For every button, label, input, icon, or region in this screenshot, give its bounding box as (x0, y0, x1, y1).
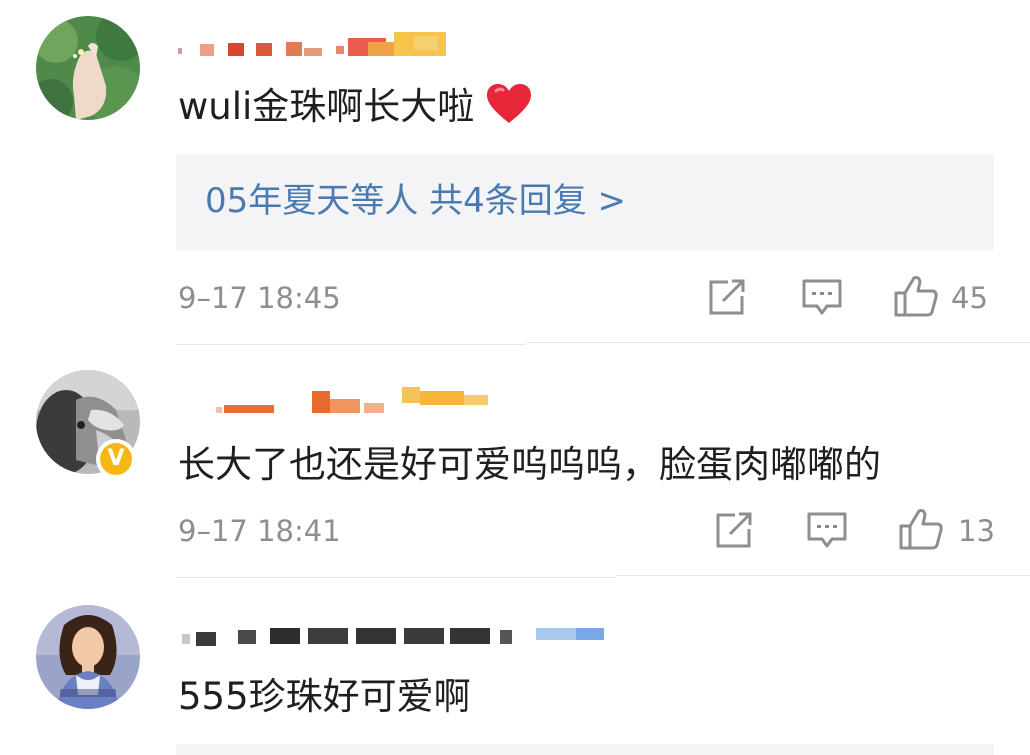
thumbs-up-icon[interactable] (893, 274, 939, 318)
comment-divider (616, 575, 1030, 576)
like-count: 45 (951, 281, 988, 315)
comment-divider (526, 342, 1030, 343)
like-count: 13 (958, 514, 995, 548)
reply-summary-box[interactable]: 05年夏天等人 共4条回复 > (176, 154, 994, 250)
comment-text: wuli金珠啊长大啦 (178, 82, 532, 132)
comment-icon[interactable] (806, 511, 848, 551)
comment-list: wuli金珠啊长大啦 05年夏天等人 共4条回复 > 9–17 18:45 45 (0, 0, 1030, 755)
avatar[interactable] (36, 16, 140, 120)
red-heart-icon (487, 84, 532, 123)
comment-text: 长大了也还是好可爱呜呜呜，脸蛋肉嘟嘟的 (178, 440, 881, 490)
reply-summary-link[interactable]: 05年夏天等人 共4条回复 > (205, 177, 626, 225)
verified-badge-icon: V (100, 443, 132, 475)
avatar[interactable] (36, 605, 140, 709)
comment-body: wuli金珠啊长大啦 (178, 85, 475, 128)
comment-item: 555珍珠好可爱啊 (0, 578, 1030, 755)
thumbs-up-icon[interactable] (898, 507, 944, 551)
reply-summary-box (176, 744, 994, 755)
username-redacted[interactable] (178, 626, 618, 656)
comment-item: wuli金珠啊长大啦 05年夏天等人 共4条回复 > 9–17 18:45 45 (0, 0, 1030, 345)
share-icon[interactable] (706, 278, 748, 316)
comment-item: V 长大了也还是好可爱呜呜呜，脸蛋肉嘟嘟的 9–17 18:41 13 (0, 345, 1030, 577)
comment-icon[interactable] (801, 278, 843, 318)
share-icon[interactable] (713, 511, 755, 549)
comment-body: 长大了也还是好可爱呜呜呜，脸蛋肉嘟嘟的 (178, 443, 881, 486)
verified-badge: V (96, 439, 136, 479)
comment-text: 555珍珠好可爱啊 (178, 672, 471, 722)
username-redacted[interactable] (178, 28, 453, 58)
comment-timestamp: 9–17 18:41 (178, 514, 341, 548)
username-redacted[interactable] (178, 385, 498, 415)
comment-timestamp: 9–17 18:45 (178, 281, 341, 315)
comment-body: 555珍珠好可爱啊 (178, 675, 471, 718)
